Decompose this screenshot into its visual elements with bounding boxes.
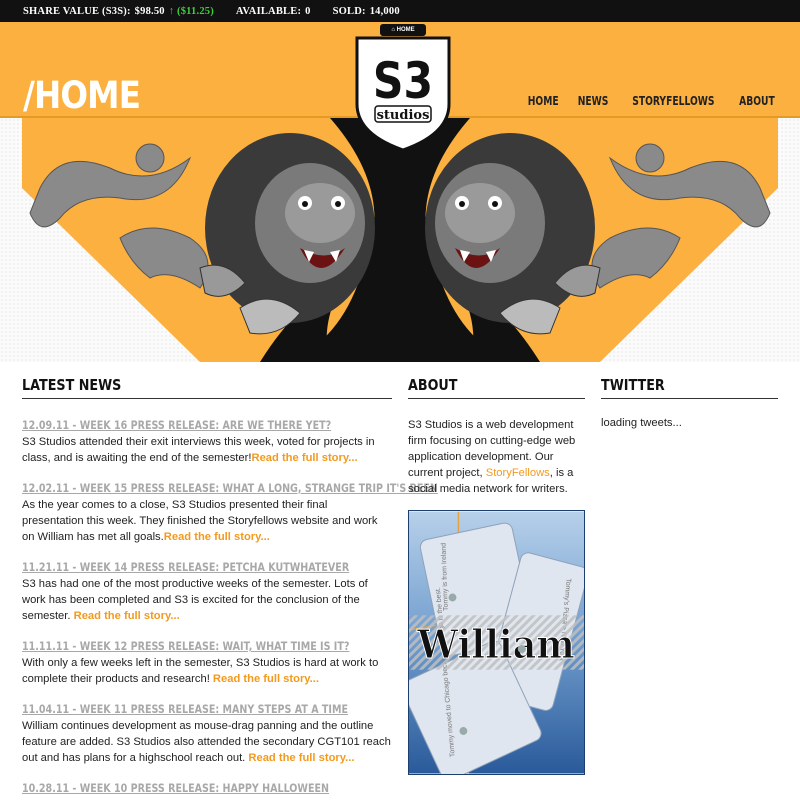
news-body: William continues development as mouse-d… xyxy=(22,718,392,766)
hero-banner xyxy=(0,118,800,362)
storyfellows-link[interactable]: StoryFellows xyxy=(486,467,550,479)
logo-subtext: studios xyxy=(377,108,430,123)
page-title: /HOME xyxy=(23,74,141,117)
william-promo-image[interactable]: Tommy is from Ireland Tommy's Pizza > Ne… xyxy=(408,510,585,775)
list-item: 12.09.11 - WEEK 16 PRESS RELEASE: ARE WE… xyxy=(22,418,392,466)
sold-label: SOLD: xyxy=(332,5,366,17)
twitter-status: loading tweets... xyxy=(601,417,682,429)
news-body: S3 Studios attended their exit interview… xyxy=(22,434,392,466)
main-nav: HOME NEWS STORYFELLOWS ABOUT xyxy=(525,94,778,108)
read-more-link[interactable]: Read the full story... xyxy=(248,752,354,764)
news-body-text: With only a few weeks left in the semest… xyxy=(22,657,379,685)
news-body: With only a few weeks left in the semest… xyxy=(22,655,392,687)
news-title[interactable]: 11.11.11 - WEEK 12 PRESS RELEASE: WAIT, … xyxy=(22,639,349,653)
available-value: 0 xyxy=(305,5,311,17)
news-title[interactable]: 11.21.11 - WEEK 14 PRESS RELEASE: PETCHA… xyxy=(22,560,349,574)
news-body: S3 has had one of the most productive we… xyxy=(22,576,392,624)
promo-title: William xyxy=(416,620,574,667)
share-change: ↑ ($11.25) xyxy=(168,5,214,17)
read-more-link[interactable]: Read the full story... xyxy=(213,673,319,685)
sold-value: 14,000 xyxy=(369,5,400,17)
nav-item-storyfellows[interactable]: STORYFELLOWS xyxy=(633,94,715,108)
home-icon: ⌂ xyxy=(391,27,395,33)
list-item: 12.02.11 - WEEK 15 PRESS RELEASE: WHAT A… xyxy=(22,481,438,545)
read-more-link[interactable]: Read the full story... xyxy=(164,531,270,543)
nav-item-about[interactable]: ABOUT xyxy=(739,94,775,108)
read-more-link[interactable]: Read the full story... xyxy=(251,452,357,464)
share-value-label: SHARE VALUE (S3S): xyxy=(23,5,131,17)
read-more-link[interactable]: Read the full story... xyxy=(74,610,180,622)
news-title[interactable]: 12.09.11 - WEEK 16 PRESS RELEASE: ARE WE… xyxy=(22,418,331,432)
news-title[interactable]: 10.28.11 - WEEK 10 PRESS RELEASE: HAPPY … xyxy=(22,781,329,795)
available-label: AVAILABLE: xyxy=(235,5,302,17)
list-item: 11.04.11 - WEEK 11 PRESS RELEASE: MANY S… xyxy=(22,702,392,766)
list-item: 11.11.11 - WEEK 12 PRESS RELEASE: WAIT, … xyxy=(22,639,392,687)
nav-item-home[interactable]: HOME xyxy=(528,94,559,108)
news-list: 12.09.11 - WEEK 16 PRESS RELEASE: ARE WE… xyxy=(22,418,438,800)
home-badge[interactable]: ⌂ HOME xyxy=(380,24,426,36)
share-ticker: SHARE VALUE (S3S): $98.50 ↑ ($11.25) AVA… xyxy=(0,0,800,22)
news-body: As the year comes to a close, S3 Studios… xyxy=(22,497,392,545)
list-item: 11.21.11 - WEEK 14 PRESS RELEASE: PETCHA… xyxy=(22,560,392,624)
twitter-heading: TWITTER xyxy=(601,376,778,399)
share-value: $98.50 xyxy=(134,5,165,17)
nav-item-news[interactable]: NEWS xyxy=(578,94,609,108)
about-text: S3 Studios is a web development firm foc… xyxy=(408,417,580,497)
news-title[interactable]: 12.02.11 - WEEK 15 PRESS RELEASE: WHAT A… xyxy=(22,481,438,495)
list-item: 10.28.11 - WEEK 10 PRESS RELEASE: HAPPY … xyxy=(22,781,392,795)
s3-studios-logo[interactable]: S3 studios xyxy=(353,34,453,152)
home-badge-label: HOME xyxy=(396,27,415,33)
about-heading: ABOUT xyxy=(408,376,585,399)
logo-text: S3 xyxy=(373,52,433,110)
latest-news-heading: LATEST NEWS xyxy=(22,376,392,399)
news-title[interactable]: 11.04.11 - WEEK 11 PRESS RELEASE: MANY S… xyxy=(22,702,348,716)
